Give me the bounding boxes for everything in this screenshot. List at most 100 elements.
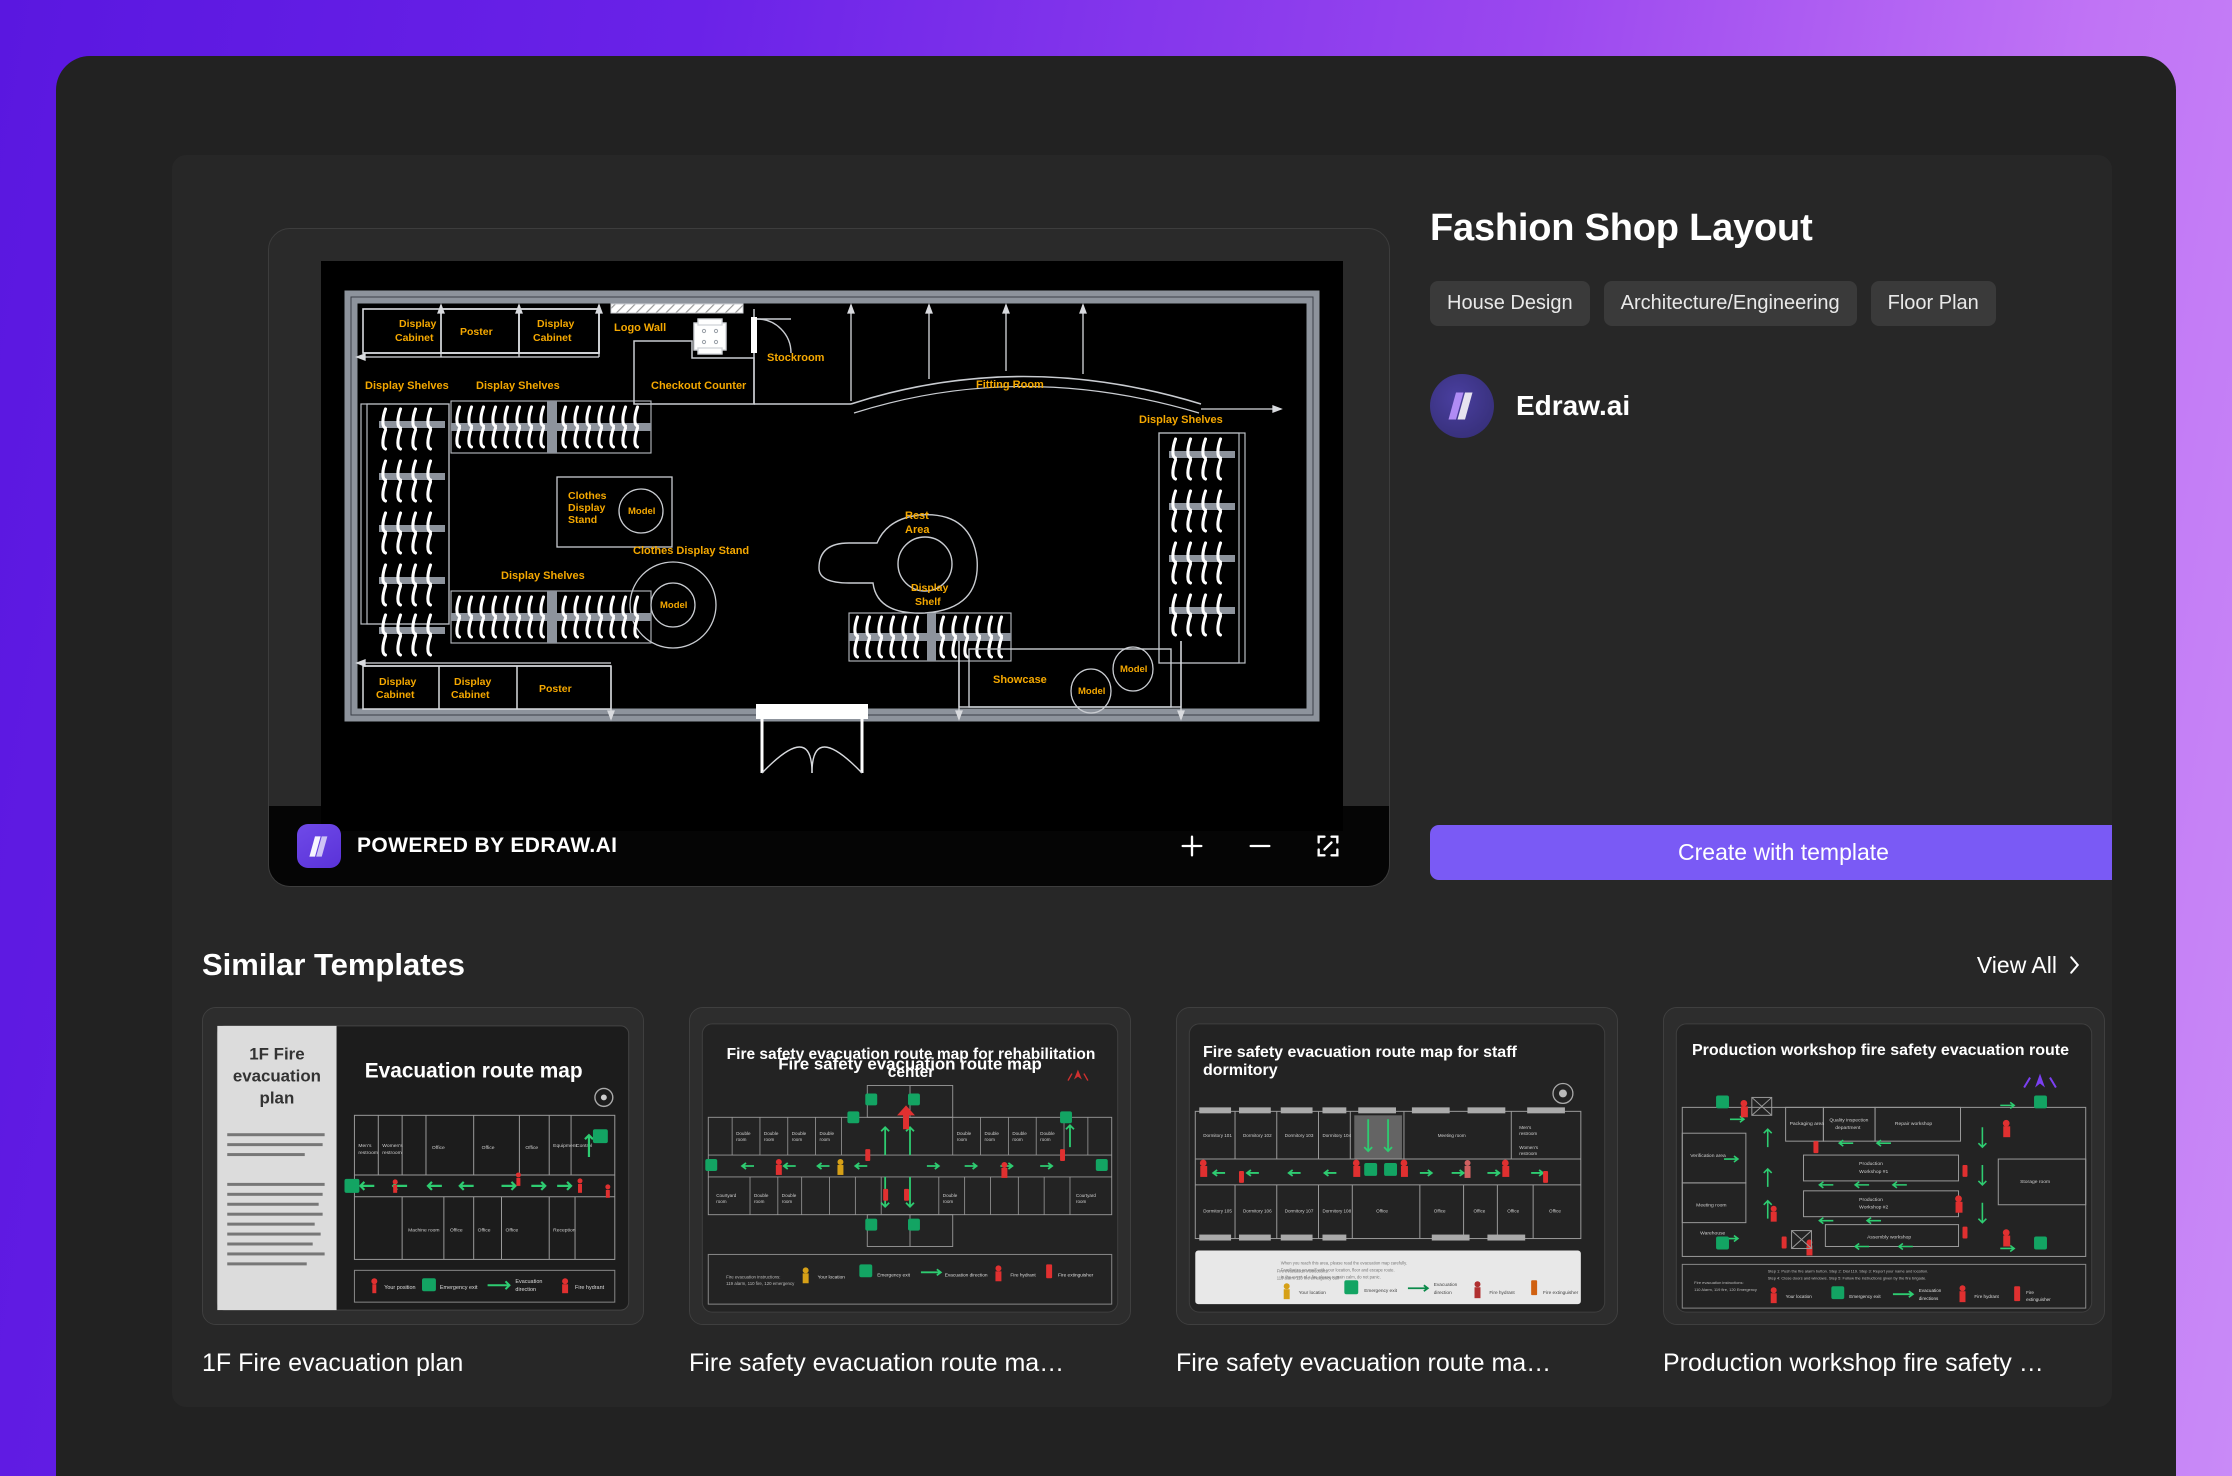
svg-text:Men's: Men's	[1519, 1125, 1532, 1130]
svg-text:room: room	[736, 1137, 747, 1142]
powered-by-label: POWERED BY EDRAW.AI	[357, 834, 618, 857]
svg-text:Poster: Poster	[539, 683, 572, 695]
svg-text:Showcase: Showcase	[993, 674, 1047, 686]
svg-text:Women's: Women's	[382, 1143, 403, 1149]
plus-icon[interactable]	[1169, 823, 1215, 869]
svg-text:Workshop #2: Workshop #2	[1859, 1205, 1888, 1211]
svg-text:Office: Office	[478, 1228, 491, 1234]
tag-architecture-engineering[interactable]: Architecture/Engineering	[1603, 281, 1857, 326]
svg-text:Evacuation: Evacuation	[515, 1279, 542, 1285]
svg-text:Dormitory 108: Dormitory 108	[1322, 1209, 1351, 1214]
svg-text:Double: Double	[754, 1193, 769, 1198]
svg-text:Office: Office	[1474, 1209, 1486, 1214]
svg-text:Clothes Display Stand: Clothes Display Stand	[633, 545, 749, 557]
svg-text:Display: Display	[454, 676, 492, 688]
svg-text:Verification area: Verification area	[1690, 1153, 1726, 1159]
svg-text:Dormitory 103: Dormitory 103	[1285, 1133, 1314, 1138]
thumb-map-title: Production workshop fire safety evacuati…	[1692, 1042, 2069, 1059]
svg-text:Double: Double	[764, 1131, 779, 1136]
svg-text:Model: Model	[1078, 686, 1105, 697]
svg-text:directions: directions	[1919, 1296, 1939, 1301]
svg-text:department: department	[1835, 1125, 1861, 1131]
svg-text:Women's: Women's	[1519, 1145, 1539, 1150]
svg-text:room: room	[1012, 1137, 1023, 1142]
svg-text:Double: Double	[1012, 1131, 1027, 1136]
svg-text:Familiarize yourself with your: Familiarize yourself with your location,…	[1281, 1267, 1395, 1272]
svg-text:Fire extinguisher: Fire extinguisher	[1543, 1290, 1579, 1296]
floorplan-diagram[interactable]: Display Cabinet Poster Display Cabinet L…	[321, 261, 1343, 831]
svg-text:Double: Double	[957, 1131, 972, 1136]
svg-text:Dormitory 106: Dormitory 106	[1243, 1209, 1272, 1214]
svg-text:Display: Display	[379, 676, 417, 688]
svg-text:Your location: Your location	[818, 1274, 846, 1280]
template-card[interactable]: Packaging area Quality inspection departm…	[1663, 1007, 2105, 1378]
template-card[interactable]: 1F Fire evacuation plan Evacuation route…	[202, 1007, 644, 1378]
svg-text:room: room	[716, 1199, 727, 1204]
svg-text:Courtyard: Courtyard	[716, 1193, 736, 1198]
svg-text:Display Shelves: Display Shelves	[1139, 414, 1223, 426]
chevron-right-icon	[2070, 956, 2080, 974]
svg-text:Double: Double	[820, 1131, 835, 1136]
svg-text:Evacuation: Evacuation	[1919, 1288, 1942, 1293]
svg-text:Clothes: Clothes	[568, 490, 607, 502]
svg-text:1F Fire: 1F Fire	[249, 1045, 304, 1064]
fullscreen-icon[interactable]	[1305, 823, 1351, 869]
svg-text:Office: Office	[1376, 1209, 1388, 1214]
svg-text:room: room	[957, 1137, 968, 1142]
svg-text:restroom: restroom	[382, 1150, 402, 1156]
svg-text:extinguisher: extinguisher	[2026, 1297, 2051, 1302]
tag-house-design[interactable]: House Design	[1430, 281, 1590, 326]
svg-text:Cabinet: Cabinet	[533, 332, 572, 344]
svg-text:Fire hydrant: Fire hydrant	[1489, 1290, 1515, 1296]
template-info-column: Fashion Shop Layout House Design Archite…	[1430, 207, 2020, 438]
svg-text:Meeting room: Meeting room	[1696, 1203, 1726, 1209]
svg-text:When you reach this area, plea: When you reach this area, please read th…	[1281, 1260, 1407, 1265]
svg-text:Production: Production	[1859, 1197, 1883, 1203]
svg-text:Model: Model	[628, 506, 655, 517]
svg-text:Dormitory 105: Dormitory 105	[1203, 1209, 1232, 1214]
svg-text:room: room	[792, 1137, 803, 1142]
section-title: Similar Templates	[202, 947, 466, 982]
tag-floor-plan[interactable]: Floor Plan	[1870, 281, 1996, 326]
window-shell: Display Cabinet Poster Display Cabinet L…	[56, 56, 2176, 1476]
svg-text:Equipment: Equipment	[553, 1143, 577, 1149]
svg-text:Shelf: Shelf	[915, 596, 941, 608]
svg-text:Double: Double	[792, 1131, 807, 1136]
svg-text:room: room	[1040, 1137, 1051, 1142]
svg-text:Cabinet: Cabinet	[395, 332, 434, 344]
svg-text:room: room	[820, 1137, 831, 1142]
svg-text:Emergency exit: Emergency exit	[1849, 1294, 1881, 1299]
svg-text:Men's: Men's	[358, 1143, 372, 1149]
create-with-template-button[interactable]: Create with template	[1430, 825, 2112, 880]
view-all-link[interactable]: View All	[1977, 952, 2082, 979]
svg-text:Cabinet: Cabinet	[376, 689, 415, 701]
svg-text:Fitting Room: Fitting Room	[976, 379, 1044, 391]
svg-text:Model: Model	[660, 600, 687, 611]
svg-text:Cabinet: Cabinet	[451, 689, 490, 701]
svg-text:Display: Display	[537, 318, 575, 330]
author-row[interactable]: Edraw.ai	[1430, 374, 1630, 438]
svg-text:direction: direction	[515, 1287, 536, 1293]
svg-text:Evacuation route map: Evacuation route map	[365, 1060, 583, 1083]
svg-text:Office: Office	[1507, 1209, 1519, 1214]
thumb-map-title: Fire safety evacuation route map for sta…	[1203, 1044, 1517, 1079]
svg-text:Packaging area: Packaging area	[1790, 1121, 1825, 1127]
svg-text:Stockroom: Stockroom	[767, 352, 825, 364]
svg-text:Your position: Your position	[384, 1285, 415, 1291]
template-card[interactable]: Fire safety evacuation route map x . . .	[689, 1007, 1131, 1378]
app-root: Display Cabinet Poster Display Cabinet L…	[0, 0, 2232, 1476]
template-thumbnail: 1F Fire evacuation plan Evacuation route…	[202, 1007, 644, 1325]
minus-icon[interactable]	[1237, 823, 1283, 869]
svg-text:Checkout Counter: Checkout Counter	[651, 380, 747, 392]
template-thumbnail: Dormitory 101 Dormitory 102 Dormitory 103…	[1176, 1007, 1618, 1325]
svg-text:evacuation: evacuation	[233, 1067, 321, 1086]
svg-text:Emergency exit: Emergency exit	[440, 1285, 478, 1291]
svg-text:Warehouse: Warehouse	[1700, 1231, 1725, 1237]
svg-text:Rest: Rest	[905, 510, 929, 522]
diagram-preview-card[interactable]: Display Cabinet Poster Display Cabinet L…	[268, 228, 1390, 887]
edraw-logo-icon	[297, 824, 341, 868]
template-card[interactable]: Dormitory 101 Dormitory 102 Dormitory 103…	[1176, 1007, 1618, 1378]
svg-text:Courtyard: Courtyard	[1076, 1193, 1096, 1198]
similar-templates-header: Similar Templates View All	[202, 947, 2082, 983]
svg-text:Display Shelves: Display Shelves	[365, 380, 449, 392]
